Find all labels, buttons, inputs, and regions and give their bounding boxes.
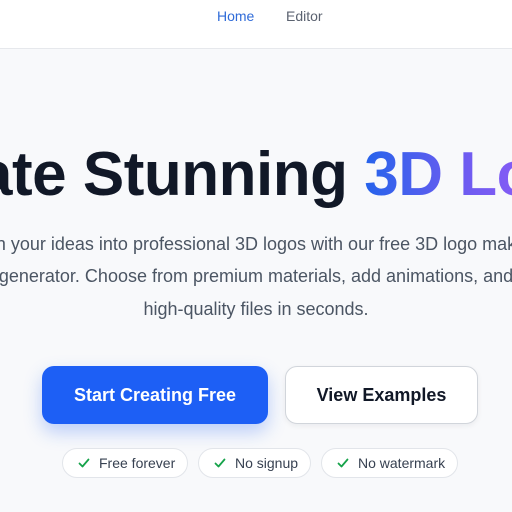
start-creating-button[interactable]: Start Creating Free — [42, 366, 268, 424]
hero-title-main: ate Stunning — [0, 140, 365, 209]
hero-subtitle-line-3: high-quality files in seconds. — [143, 299, 369, 319]
hero-title-accent: 3D Lo — [364, 140, 512, 209]
feature-badge-free-forever: Free forever — [62, 448, 188, 478]
top-navigation: Home Editor — [0, 0, 512, 49]
landing-page: Home Editor ate Stunning 3D Lo n your id… — [0, 0, 512, 512]
hero-title: ate Stunning 3D Lo — [0, 140, 512, 210]
hero-subtitle-line-1: n your ideas into professional 3D logos … — [0, 234, 512, 254]
hero-subtitle-line-2: generator. Choose from premium materials… — [0, 266, 512, 286]
feature-badge-label: No watermark — [358, 455, 446, 471]
feature-badge-label: No signup — [235, 455, 299, 471]
nav-home-link[interactable]: Home — [217, 8, 254, 24]
check-icon — [77, 456, 91, 470]
check-icon — [336, 456, 350, 470]
nav-editor-link[interactable]: Editor — [286, 8, 323, 24]
check-icon — [213, 456, 227, 470]
feature-badge-no-watermark: No watermark — [321, 448, 458, 478]
feature-badge-no-signup: No signup — [198, 448, 311, 478]
feature-badge-label: Free forever — [99, 455, 176, 471]
view-examples-button[interactable]: View Examples — [285, 366, 478, 424]
